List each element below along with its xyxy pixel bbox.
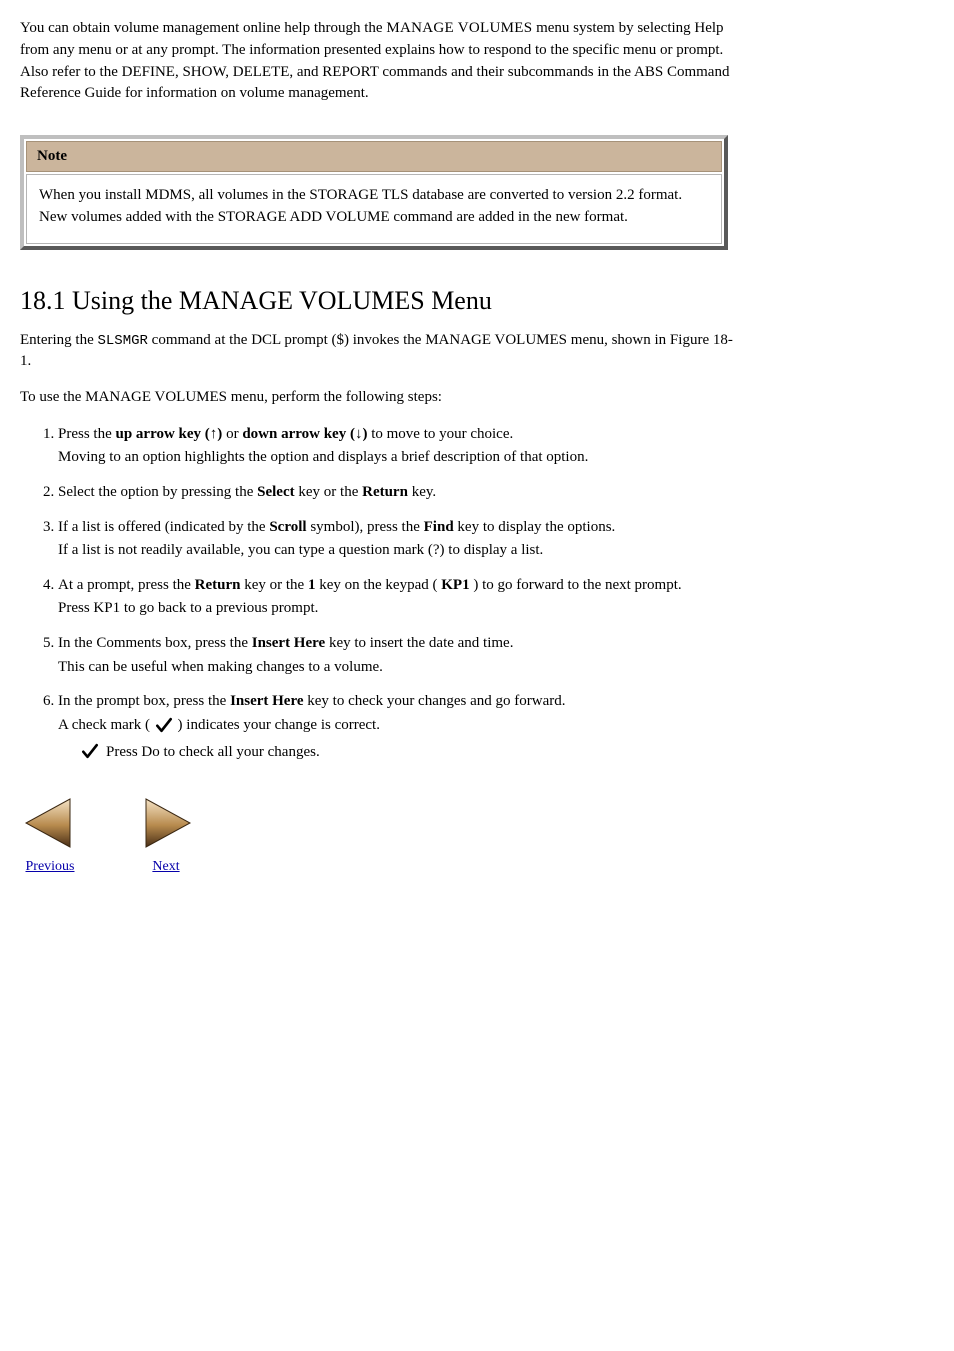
step-3-title-e: key to display the options. (457, 519, 615, 535)
step-1-title-c: or (226, 426, 242, 442)
step-3-title-a: If a list is offered (indicated by the (58, 519, 269, 535)
step-4-title-d: 1 (308, 577, 316, 593)
step-5-title-c: key to insert the date and time. (329, 635, 514, 651)
step-6-desc-b: ) indicates your change is correct. (178, 717, 380, 733)
step-1: Press the up arrow key (↑) or down arrow… (58, 423, 778, 469)
step-1-title-a: Press the (58, 426, 116, 442)
steps-lead: To use the MANAGE VOLUMES menu, perform … (20, 387, 740, 409)
check-icon (154, 715, 174, 735)
intro-caps: MANAGE VOLUMES (386, 20, 532, 36)
note-box: Note When you install MDMS, all volumes … (20, 135, 728, 250)
step-4-desc: Press KP1 to go back to a previous promp… (58, 598, 778, 620)
step-2-title-e: key. (412, 484, 436, 500)
step-4-title-f: KP1 (441, 577, 469, 593)
step-6-title-a: In the prompt box, press the (58, 693, 230, 709)
step-1-title-b: up arrow key (↑) (116, 426, 223, 442)
step-2-title-c: key or the (298, 484, 362, 500)
step-1-title-e: to move to your choice. (371, 426, 513, 442)
section-intro-cmd: SLSMGR (97, 333, 147, 349)
step-3-title-b: Scroll (269, 519, 306, 535)
check-icon (80, 741, 100, 761)
step-6: In the prompt box, press the Insert Here… (58, 690, 778, 763)
step-4-title-g: ) to go forward to the next prompt. (473, 577, 681, 593)
step-1-title-d: down arrow key (↓) (242, 426, 367, 442)
step-6-substep-text: Press Do to check all your changes. (106, 741, 320, 764)
step-6-desc-a: A check mark ( (58, 717, 150, 733)
step-5-desc: This can be useful when making changes t… (58, 657, 778, 679)
next-link[interactable]: Next (152, 859, 179, 874)
note-header: Note (26, 141, 722, 172)
intro-line1: You can obtain volume management online … (20, 20, 386, 36)
note-body: When you install MDMS, all volumes in th… (27, 175, 721, 243)
step-4-title-e: key on the keypad ( (319, 577, 437, 593)
nav-next-cell: Next (136, 793, 196, 875)
nav-row: Previous Next (20, 793, 934, 875)
nav-prev-cell: Previous (20, 793, 80, 875)
step-2-title-a: Select the option by pressing the (58, 484, 257, 500)
step-3-desc: If a list is not readily available, you … (58, 540, 778, 562)
prev-arrow-icon[interactable] (20, 793, 80, 853)
step-5-title-b: Insert Here (252, 635, 325, 651)
step-2-title-b: Select (257, 484, 294, 500)
step-6-substep: Press Do to check all your changes. (58, 741, 778, 764)
section-heading: 18.1 Using the MANAGE VOLUMES Menu (20, 286, 934, 316)
section-intro-text: Entering the (20, 332, 97, 348)
step-6-title-b: Insert Here (230, 693, 303, 709)
step-6-title-c: key to check your changes and go forward… (307, 693, 565, 709)
step-3-title-d: Find (424, 519, 454, 535)
page: You can obtain volume management online … (0, 0, 954, 1351)
step-3-title-c: symbol), press the (310, 519, 423, 535)
step-4-title-c: key or the (244, 577, 308, 593)
section-intro: Entering the SLSMGR command at the DCL p… (20, 330, 740, 374)
step-4-title-a: At a prompt, press the (58, 577, 195, 593)
prev-link[interactable]: Previous (26, 859, 75, 874)
step-3: If a list is offered (indicated by the S… (58, 516, 778, 562)
step-5-title-a: In the Comments box, press the (58, 635, 252, 651)
step-1-desc: Moving to an option highlights the optio… (58, 447, 778, 469)
step-6-desc: A check mark ( ) indicates your change i… (58, 715, 778, 737)
step-5: In the Comments box, press the Insert He… (58, 632, 778, 678)
intro-paragraph: You can obtain volume management online … (20, 18, 740, 105)
note-body-wrap: When you install MDMS, all volumes in th… (26, 174, 722, 244)
step-4-title-b: Return (195, 577, 241, 593)
note-label: Note (37, 148, 67, 164)
note-body-text: When you install MDMS, all volumes in th… (39, 187, 682, 225)
step-2: Select the option by pressing the Select… (58, 481, 778, 504)
next-arrow-icon[interactable] (136, 793, 196, 853)
step-4: At a prompt, press the Return key or the… (58, 574, 778, 620)
steps-list: Press the up arrow key (↑) or down arrow… (20, 423, 778, 763)
step-2-title-d: Return (362, 484, 408, 500)
